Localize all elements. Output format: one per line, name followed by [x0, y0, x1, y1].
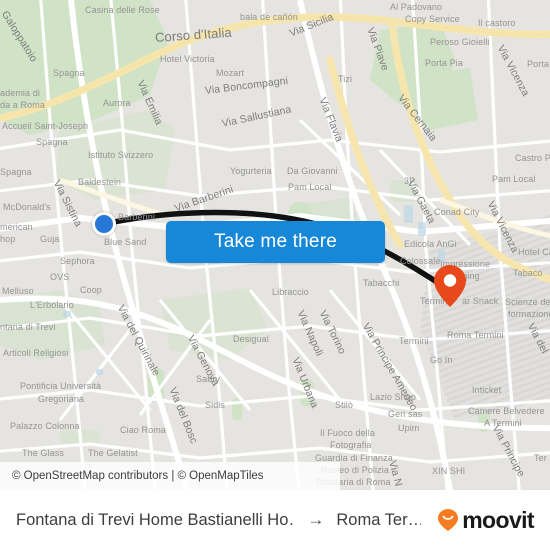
- map-label: Inticket: [472, 385, 502, 395]
- map-label: Melluso: [2, 286, 34, 296]
- map-label: Al Padovano: [390, 2, 443, 12]
- map-label: Guja: [40, 234, 60, 244]
- map-label: Il castoro: [478, 18, 516, 28]
- map-label: Sidis: [205, 400, 226, 410]
- origin-dot[interactable]: [92, 212, 116, 236]
- arrow-right-icon: →: [307, 510, 325, 529]
- take-me-there-button[interactable]: Take me there: [166, 221, 385, 263]
- map-label: Blue Sand: [104, 237, 147, 247]
- map-label: Palazzo Colonna: [10, 421, 80, 431]
- map-label: Il Fuoco della: [320, 428, 375, 438]
- map-label: XIN SHI: [432, 466, 466, 476]
- attribution-text: © OpenStreetMap contributors | © OpenMap…: [12, 470, 264, 482]
- map-label: Casina delle Rose: [85, 5, 160, 15]
- map-label: Edicola AnGi: [404, 239, 457, 249]
- moovit-logo: moovit: [437, 506, 535, 534]
- map-label: Baldestein: [78, 177, 122, 187]
- map-label: OVS: [50, 272, 70, 282]
- moovit-map-screenshot: Casina delle Rose Galoppatoio Corso d'Ital…: [0, 0, 550, 550]
- map-label: Coop: [80, 285, 102, 295]
- footer-destination-label: Roma Ter…: [336, 510, 422, 529]
- map-label: Ter: [534, 453, 547, 463]
- map-label: Desigual: [233, 334, 269, 344]
- map-label: Pam Local: [492, 174, 536, 184]
- map-label: Libraccio: [272, 287, 309, 297]
- map-label: da a Roma: [0, 100, 45, 110]
- map-label: merican: [0, 222, 33, 232]
- map-attribution: © OpenStreetMap contributors | © OpenMap…: [0, 462, 340, 490]
- map-label: Sephora: [60, 256, 95, 266]
- destination-pin[interactable]: [433, 264, 467, 308]
- map-label: ntana di Trevi: [0, 322, 56, 332]
- map-label: The Gelatist: [88, 448, 138, 458]
- map-label: Scienze della: [505, 297, 550, 307]
- map-label: formazione: [508, 309, 550, 319]
- map-label: Gregoriana: [38, 394, 85, 404]
- map-label: Spagna: [36, 137, 68, 147]
- map-label: Termini: [399, 336, 429, 346]
- map-label: Peroso Gioielli: [430, 37, 490, 47]
- map-label: Aurora: [103, 98, 131, 108]
- map-label: Barberini: [118, 212, 155, 222]
- map-label: ar Snack: [462, 296, 499, 306]
- map-label: Porta Pia: [425, 58, 463, 68]
- map-label: The Glass: [22, 448, 64, 458]
- moovit-wordmark: moovit: [462, 506, 534, 533]
- map-label: Copy Service: [405, 14, 460, 24]
- map-label: Porta Pia: [527, 59, 550, 69]
- map-label: A Termini: [484, 418, 522, 428]
- map-label: Mozart: [216, 68, 245, 78]
- map-label: Upim: [398, 423, 420, 433]
- map-label: Lazio Shop: [370, 392, 417, 402]
- map-label: Ciao Roma: [120, 425, 166, 435]
- map-label: bala de cañón: [240, 12, 298, 22]
- map-label: Hotel Victoria: [160, 54, 215, 64]
- map-label: Pam Local: [288, 182, 332, 192]
- trip-footer: Fontana di Trevi Home Bastianelli Ho… → …: [0, 490, 550, 550]
- map-label: Conad City: [434, 207, 480, 217]
- map-label: Roma Termini: [447, 330, 504, 340]
- map-label: McDonald's: [3, 202, 51, 212]
- map-label: Sabry: [196, 374, 221, 384]
- map-label: Hotel Ca: [518, 247, 550, 257]
- map-label: Tizi: [338, 74, 353, 84]
- map-label: Stilò: [335, 400, 354, 410]
- map-label: Da Giovanni: [287, 166, 338, 176]
- moovit-pin-icon: [438, 509, 459, 531]
- footer-origin-label: Fontana di Trevi Home Bastianelli Ho…: [16, 510, 296, 529]
- map-label: Geri sas: [388, 409, 423, 419]
- map-label: Camere Belvedere: [468, 406, 545, 416]
- map-label: Tabaco: [513, 268, 543, 278]
- map-label: L'Erbolario: [30, 300, 74, 310]
- map-label: Pontificia Università: [20, 381, 102, 391]
- map-label: Spagna: [0, 167, 32, 177]
- map-label: Fotografia: [330, 440, 372, 450]
- map-label: Spagna: [53, 68, 85, 78]
- map-canvas[interactable]: Casina delle Rose Galoppatoio Corso d'Ital…: [0, 0, 550, 490]
- map-label: Go In: [430, 355, 453, 365]
- map-label: Castro Pre: [515, 153, 550, 163]
- map-label: Tabacchi: [363, 278, 400, 288]
- map-label: Articoli Religiosi: [3, 348, 69, 358]
- map-label: Accueil Saint-Joseph: [2, 121, 89, 131]
- map-label: hop: [0, 234, 16, 244]
- map-label: Yogurteria: [230, 166, 272, 176]
- map-label: ademia di: [0, 88, 40, 98]
- map-label: Istituto Svizzero: [88, 150, 154, 160]
